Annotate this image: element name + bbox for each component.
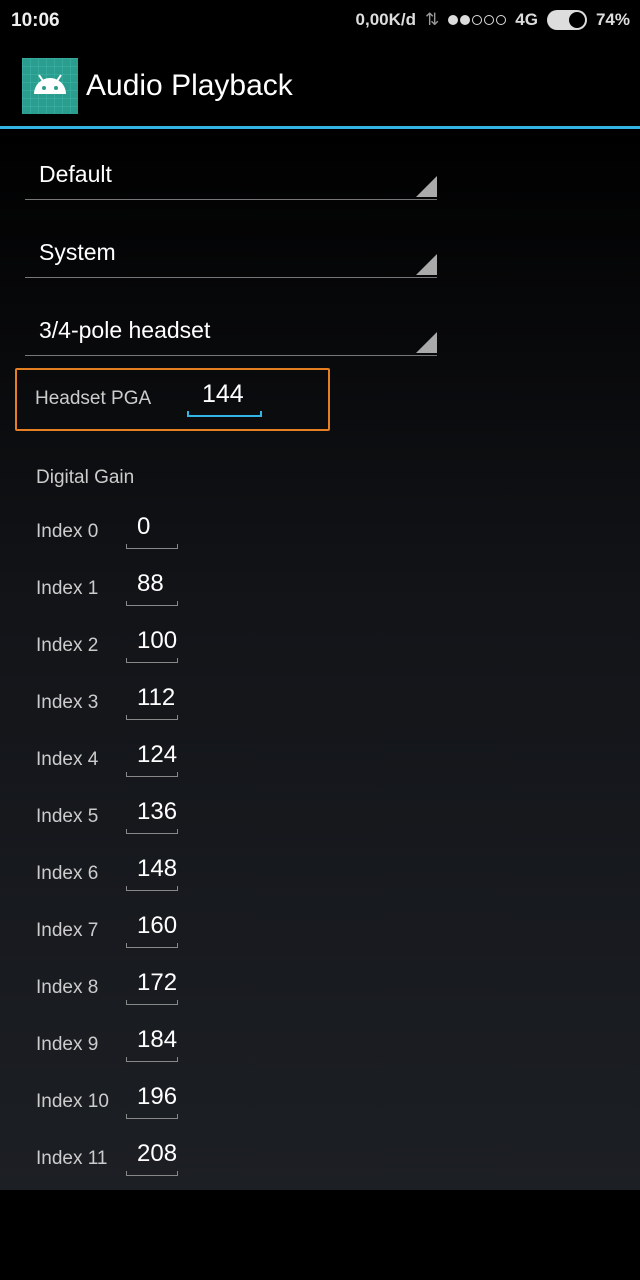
- gain-row: Index 7 160: [0, 908, 640, 956]
- gain-index-label: Index 8: [36, 977, 99, 998]
- gain-index-label: Index 9: [36, 1034, 99, 1055]
- gain-index-input[interactable]: 160: [126, 908, 178, 948]
- input-underline: [126, 1114, 178, 1119]
- input-underline: [126, 1000, 178, 1005]
- mode-spinner[interactable]: Default: [25, 139, 437, 200]
- headset-pga-label: Headset PGA: [35, 388, 152, 409]
- signal-strength-icon: [448, 15, 507, 25]
- gain-index-value: 88: [137, 570, 164, 597]
- status-indicators: 0,00K/d ⇅ 4G 74%: [356, 10, 630, 30]
- input-underline: [126, 1057, 178, 1062]
- gain-index-input[interactable]: 136: [126, 794, 178, 834]
- gain-index-input[interactable]: 112: [126, 680, 178, 720]
- gain-index-input[interactable]: 124: [126, 737, 178, 777]
- input-underline: [126, 715, 178, 720]
- gain-index-label: Index 3: [36, 692, 99, 713]
- stream-spinner-label: System: [39, 239, 116, 265]
- dropdown-arrow-icon: [416, 176, 437, 197]
- gain-index-label: Index 11: [36, 1148, 108, 1169]
- gain-row: Index 0 0: [0, 509, 640, 557]
- gain-index-value: 100: [137, 627, 178, 654]
- gain-index-input[interactable]: 0: [126, 509, 178, 549]
- gain-row: Index 3 112: [0, 680, 640, 728]
- gain-index-input[interactable]: 172: [126, 965, 178, 1005]
- gain-index-input[interactable]: 184: [126, 1022, 178, 1062]
- signal-dot: [448, 15, 459, 25]
- gain-index-input[interactable]: 100: [126, 623, 178, 663]
- gain-index-value: 112: [137, 684, 176, 711]
- input-underline: [187, 411, 262, 417]
- gain-index-value: 184: [137, 1026, 178, 1053]
- gain-index-label: Index 4: [36, 749, 99, 770]
- gain-index-label: Index 1: [36, 578, 99, 599]
- battery-percent: 74%: [595, 10, 630, 29]
- gain-index-input[interactable]: 208: [126, 1136, 178, 1176]
- input-underline: [126, 1171, 178, 1176]
- input-underline: [126, 943, 178, 948]
- gain-index-value: 136: [137, 798, 178, 825]
- android-icon: [22, 58, 78, 114]
- gain-index-value: 208: [137, 1140, 178, 1167]
- input-underline: [126, 544, 178, 549]
- dropdown-arrow-icon: [416, 332, 437, 353]
- gain-index-input[interactable]: 148: [126, 851, 178, 891]
- gain-row: Index 4 124: [0, 737, 640, 785]
- gain-index-value: 124: [137, 741, 178, 768]
- stream-spinner[interactable]: System: [25, 217, 437, 278]
- mode-spinner-label: Default: [39, 161, 112, 187]
- headset-pga-input[interactable]: 144: [187, 377, 262, 417]
- input-underline: [126, 886, 178, 891]
- gain-row: Index 10 196: [0, 1079, 640, 1127]
- gain-index-label: Index 2: [36, 635, 99, 656]
- headset-pga-value: 144: [202, 380, 244, 408]
- gain-index-input[interactable]: 88: [126, 566, 178, 606]
- battery-icon: [546, 10, 587, 30]
- gain-row: Index 9 184: [0, 1022, 640, 1070]
- gain-index-label: Index 10: [36, 1091, 109, 1112]
- gain-index-label: Index 7: [36, 920, 99, 941]
- signal-dot: [484, 15, 495, 25]
- gain-row: Index 5 136: [0, 794, 640, 842]
- data-activity-icon: ⇅: [425, 10, 440, 29]
- gain-index-value: 160: [137, 912, 178, 939]
- gain-index-label: Index 0: [36, 521, 99, 542]
- signal-dot: [496, 15, 507, 25]
- status-bar: 10:06 0,00K/d ⇅ 4G 74%: [0, 0, 640, 44]
- input-underline: [126, 829, 178, 834]
- digital-gain-label: Digital Gain: [36, 467, 135, 488]
- device-spinner-label: 3/4-pole headset: [39, 317, 211, 343]
- gain-index-value: 0: [137, 513, 151, 540]
- network-type: 4G: [515, 10, 538, 29]
- gain-index-value: 172: [137, 969, 178, 996]
- gain-index-label: Index 5: [36, 806, 99, 827]
- gain-row: Index 1 88: [0, 566, 640, 614]
- input-underline: [126, 658, 178, 663]
- gain-row: Index 8 172: [0, 965, 640, 1013]
- dropdown-arrow-icon: [416, 254, 437, 275]
- gain-row: Index 11 208: [0, 1136, 640, 1184]
- gain-index-input[interactable]: 196: [126, 1079, 178, 1119]
- bottom-area: [0, 1190, 640, 1280]
- signal-dot: [472, 15, 483, 25]
- network-speed: 0,00K/d: [355, 10, 417, 29]
- gain-index-label: Index 6: [36, 863, 99, 884]
- input-underline: [126, 601, 178, 606]
- device-spinner[interactable]: 3/4-pole headset: [25, 295, 437, 356]
- gain-index-value: 196: [137, 1083, 178, 1110]
- gain-row: Index 2 100: [0, 623, 640, 671]
- gain-index-value: 148: [137, 855, 178, 882]
- status-time: 10:06: [11, 10, 60, 31]
- main-content: Default System 3/4-pole headset Headset …: [0, 129, 640, 1190]
- signal-dot: [460, 15, 471, 25]
- input-underline: [126, 772, 178, 777]
- app-bar: Audio Playback: [0, 44, 640, 129]
- gain-row: Index 6 148: [0, 851, 640, 899]
- app-title: Audio Playback: [86, 69, 293, 102]
